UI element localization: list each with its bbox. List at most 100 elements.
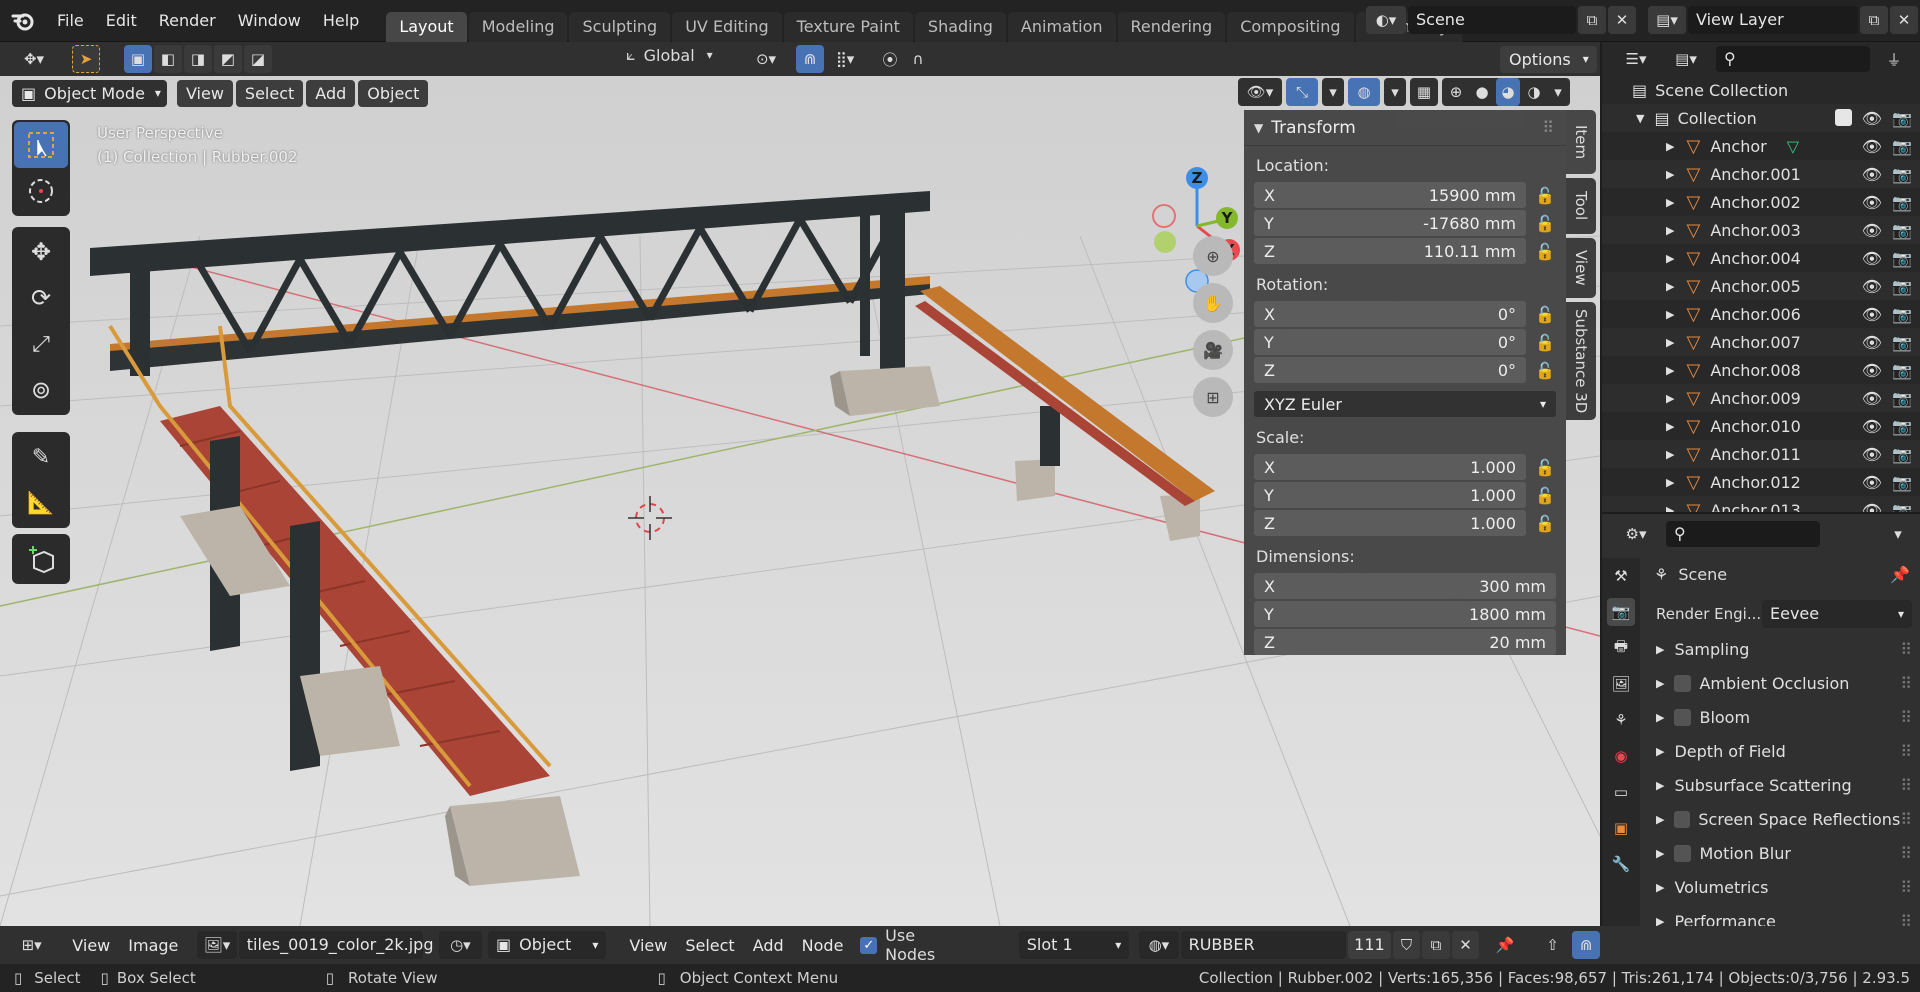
visibility-icon[interactable]: 👁▾	[1238, 78, 1282, 106]
render-panel-motion-blur[interactable]: ▶ Motion Blur ⠿	[1646, 836, 1920, 870]
camera-icon[interactable]: 📷	[1892, 165, 1912, 184]
shading-dropdown-icon[interactable]: ▾	[1548, 78, 1568, 106]
eye-icon[interactable]: 👁	[1862, 361, 1882, 380]
snap-toggle-icon[interactable]: ⋒	[796, 45, 824, 73]
overlay-toggle-icon[interactable]: ◍	[1348, 78, 1380, 106]
lock-icon[interactable]: 🔓	[1534, 213, 1556, 233]
collection-exclude-checkbox[interactable]	[1834, 108, 1852, 126]
camera-icon[interactable]: 📷	[1892, 417, 1912, 436]
properties-editor-type-icon[interactable]: ⚙▾	[1616, 520, 1656, 548]
expand-arrow-icon[interactable]: ▶	[1656, 711, 1664, 724]
expand-arrow-icon[interactable]: ▶	[1656, 881, 1664, 894]
location-z-field[interactable]: Z 110.11 mm	[1254, 238, 1526, 264]
lock-icon[interactable]: 🔓	[1534, 241, 1556, 261]
output-props-icon[interactable]: 🖶	[1607, 634, 1635, 662]
render-props-icon[interactable]: 📷	[1607, 598, 1635, 626]
tab-texture-paint[interactable]: Texture Paint	[783, 11, 913, 42]
image-browse-icon[interactable]: 🖼▾	[197, 931, 237, 959]
transform-orientation[interactable]: ⟀ Global ▾	[626, 45, 713, 65]
dimensions-x-field[interactable]: X 300 mm	[1254, 573, 1556, 599]
use-nodes-toggle[interactable]: ✓ Use Nodes	[860, 926, 968, 964]
expand-arrow-icon[interactable]: ▶	[1666, 308, 1674, 321]
render-panel-screen-space-reflections[interactable]: ▶ Screen Space Reflections ⠿	[1646, 802, 1920, 836]
scene-props-icon[interactable]: ⚘	[1607, 706, 1635, 734]
overlay-dropdown-icon[interactable]: ▾	[1384, 78, 1406, 106]
snap-target-icon[interactable]: ⣿▾	[826, 45, 864, 73]
new-scene-icon[interactable]: ⧉	[1578, 6, 1606, 34]
drag-handle-icon[interactable]: ⠿	[1900, 742, 1912, 761]
expand-arrow-icon[interactable]: ▶	[1666, 252, 1674, 265]
pin-icon[interactable]: 📌	[1491, 931, 1519, 959]
outliner-item[interactable]: ▶ ▽ Anchor ▽ 👁 📷	[1602, 132, 1920, 160]
camera-icon[interactable]: 📷	[1892, 221, 1912, 240]
wireframe-shading-icon[interactable]: ⊕	[1444, 78, 1468, 106]
solid-shading-icon[interactable]: ●	[1470, 78, 1494, 106]
use-nodes-checkbox[interactable]: ✓	[860, 936, 878, 954]
menu-file[interactable]: File	[46, 0, 95, 42]
outliner-item[interactable]: ▶ ▽ Anchor.008 👁 📷	[1602, 356, 1920, 384]
outliner-item[interactable]: ▶ ▽ Anchor.012 👁 📷	[1602, 468, 1920, 496]
eye-icon[interactable]: 👁	[1862, 305, 1882, 324]
menu-help[interactable]: Help	[312, 0, 370, 42]
outliner-item[interactable]: ▶ ▽ Anchor.009 👁 📷	[1602, 384, 1920, 412]
camera-icon[interactable]: 📷	[1892, 361, 1912, 380]
outliner-item[interactable]: ▶ ▽ Anchor.006 👁 📷	[1602, 300, 1920, 328]
drag-handle-icon[interactable]: ⠿	[1900, 810, 1912, 829]
camera-icon[interactable]: 📷	[1892, 249, 1912, 268]
menu-view[interactable]: View	[63, 932, 119, 959]
select-intersect-icon[interactable]: ◪	[244, 45, 272, 73]
duplicate-material-icon[interactable]: ⧉	[1422, 931, 1450, 959]
properties-options-icon[interactable]: ▾	[1884, 520, 1912, 548]
render-engine-dropdown[interactable]: Eevee ▾	[1762, 600, 1912, 628]
select-extend-icon[interactable]: ◧	[154, 45, 182, 73]
drag-handle-icon[interactable]: ⠿	[1900, 640, 1912, 659]
menu-object[interactable]: Object	[358, 79, 429, 107]
expand-arrow-icon[interactable]: ▶	[1666, 196, 1674, 209]
expand-arrow-icon[interactable]: ▶	[1666, 336, 1674, 349]
lock-icon[interactable]: 🔓	[1534, 513, 1556, 533]
expand-arrow-icon[interactable]: ▶	[1666, 364, 1674, 377]
collection-row[interactable]: ▼ ▤ Collection 👁 📷	[1602, 104, 1920, 132]
eye-icon[interactable]: 👁	[1862, 249, 1882, 268]
select-invert-icon[interactable]: ◩	[214, 45, 242, 73]
eye-icon[interactable]: 👁	[1862, 445, 1882, 464]
scale-tool-icon[interactable]: ⤢	[14, 321, 68, 367]
outliner-search-input[interactable]: ⚲	[1716, 46, 1870, 72]
location-y-field[interactable]: Y -17680 mm	[1254, 210, 1526, 236]
panel-enable-checkbox[interactable]	[1674, 708, 1692, 726]
menu-render[interactable]: Render	[148, 0, 227, 42]
display-mode-icon[interactable]: ▤▾	[1666, 45, 1706, 73]
expand-arrow-icon[interactable]: ▶	[1656, 745, 1664, 758]
expand-arrow-icon[interactable]: ▶	[1656, 813, 1664, 826]
scene-name-field[interactable]: Scene	[1408, 6, 1576, 34]
gizmo-toggle-icon[interactable]: ⤡	[1286, 78, 1318, 106]
delete-scene-icon[interactable]: ✕	[1608, 6, 1636, 34]
image-name-field[interactable]: tiles_0019_color_2k.jpg	[238, 931, 433, 959]
zoom-icon[interactable]: ⊕	[1193, 236, 1233, 276]
expand-arrow-icon[interactable]: ▶	[1656, 847, 1664, 860]
blender-logo-icon[interactable]	[0, 0, 46, 42]
select-subtract-icon[interactable]: ◨	[184, 45, 212, 73]
render-panel-sampling[interactable]: ▶ Sampling ⠿	[1646, 632, 1920, 666]
dimensions-y-field[interactable]: Y 1800 mm	[1254, 601, 1556, 627]
tab-shading[interactable]: Shading	[914, 11, 1006, 42]
modifier-props-icon[interactable]: 🔧	[1607, 850, 1635, 878]
shader-menu-node[interactable]: Node	[793, 932, 853, 959]
drag-handle-icon[interactable]: ⠿	[1542, 118, 1554, 137]
gizmo-dropdown-icon[interactable]: ▾	[1322, 78, 1344, 106]
tab-modeling[interactable]: Modeling	[468, 11, 568, 42]
tab-compositing[interactable]: Compositing	[1227, 11, 1354, 42]
eye-icon[interactable]: 👁	[1862, 277, 1882, 296]
camera-icon[interactable]: 📷	[1892, 445, 1912, 464]
panel-enable-checkbox[interactable]	[1674, 844, 1692, 862]
lock-icon[interactable]: 🔓	[1534, 360, 1556, 380]
outliner-item[interactable]: ▶ ▽ Anchor.007 👁 📷	[1602, 328, 1920, 356]
fake-user-icon[interactable]: ⛉	[1392, 931, 1421, 959]
select-box-tool-icon[interactable]	[14, 122, 68, 168]
view-layer-props-icon[interactable]: 🖼	[1607, 670, 1635, 698]
tab-tool[interactable]: Tool	[1566, 178, 1596, 234]
eye-icon[interactable]: 👁	[1862, 109, 1882, 128]
material-users-count[interactable]: 111	[1348, 931, 1391, 959]
location-x-field[interactable]: X 15900 mm	[1254, 182, 1526, 208]
outliner-item[interactable]: ▶ ▽ Anchor.002 👁 📷	[1602, 188, 1920, 216]
